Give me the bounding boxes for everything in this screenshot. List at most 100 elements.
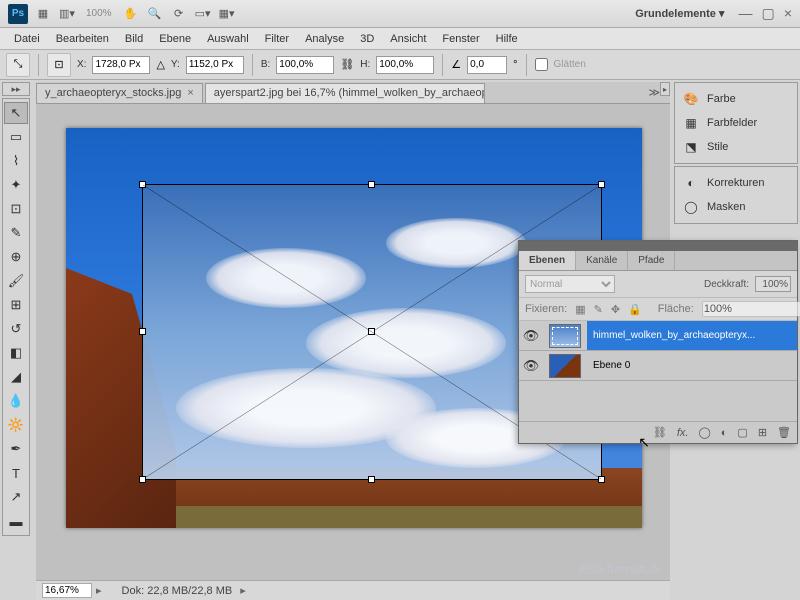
- document-tab-2[interactable]: ayerspart2.jpg bei 16,7% (himmel_wolken_…: [205, 83, 485, 103]
- menu-auswahl[interactable]: Auswahl: [199, 33, 257, 45]
- status-arrow-icon[interactable]: ▸: [240, 584, 246, 597]
- layer-name[interactable]: himmel_wolken_by_archaeopteryx...: [587, 321, 797, 350]
- gradient-tool[interactable]: ◢: [4, 366, 28, 388]
- menu-bild[interactable]: Bild: [117, 33, 151, 45]
- new-layer-icon[interactable]: ⊞: [758, 426, 767, 439]
- kanale-tab[interactable]: Kanäle: [576, 251, 628, 270]
- lock-pixels-icon[interactable]: ▦: [575, 303, 585, 316]
- visibility-toggle[interactable]: 👁: [519, 328, 543, 344]
- zoom-input[interactable]: [42, 583, 92, 598]
- menu-3d[interactable]: 3D: [352, 33, 382, 45]
- transform-handle-n[interactable]: [368, 181, 375, 188]
- pen-tool[interactable]: ✒: [4, 438, 28, 460]
- blend-mode-select[interactable]: Normal: [525, 275, 615, 293]
- transform-tool-icon[interactable]: ⤡: [6, 53, 30, 77]
- wand-tool[interactable]: ✦: [4, 174, 28, 196]
- toolbar-collapse[interactable]: ▸▸: [2, 82, 30, 96]
- angle-input[interactable]: [467, 56, 507, 74]
- lasso-tool[interactable]: ⌇: [4, 150, 28, 172]
- grid-icon[interactable]: ▦▾: [218, 5, 236, 23]
- menu-analyse[interactable]: Analyse: [297, 33, 352, 45]
- type-tool[interactable]: T: [4, 462, 28, 484]
- close-button[interactable]: ×: [784, 5, 792, 21]
- group-icon[interactable]: ▢: [737, 426, 747, 439]
- rotate-icon[interactable]: ⟳: [170, 5, 188, 23]
- transform-center[interactable]: [368, 328, 375, 335]
- menu-bearbeiten[interactable]: Bearbeiten: [48, 33, 117, 45]
- glatten-checkbox[interactable]: [535, 58, 548, 71]
- brush-tool[interactable]: 🖌: [4, 270, 28, 292]
- x-input[interactable]: [92, 56, 150, 74]
- eyedropper-tool[interactable]: ✎: [4, 222, 28, 244]
- reference-point-icon[interactable]: ⊡: [47, 53, 71, 77]
- status-bar: ▸ Dok: 22,8 MB/22,8 MB ▸: [36, 580, 670, 600]
- menu-hilfe[interactable]: Hilfe: [488, 33, 526, 45]
- layer-name[interactable]: Ebene 0: [587, 351, 797, 380]
- transform-handle-sw[interactable]: [139, 476, 146, 483]
- opacity-input[interactable]: [755, 276, 791, 292]
- link-icon[interactable]: ⛓: [340, 58, 354, 71]
- farbfelder-panel-button[interactable]: ▦Farbfelder: [675, 111, 797, 135]
- bridge-icon[interactable]: ▦: [34, 5, 52, 23]
- korrekturen-panel-button[interactable]: ◐Korrekturen: [675, 171, 797, 195]
- panel-drag-bar[interactable]: [519, 241, 797, 251]
- screen-mode-icon[interactable]: ▭▾: [194, 5, 212, 23]
- zoom-dropdown[interactable]: 100%: [82, 5, 116, 23]
- zoom-arrow-icon[interactable]: ▸: [96, 584, 102, 597]
- marquee-tool[interactable]: ▭: [4, 126, 28, 148]
- link-layers-icon[interactable]: ⛓: [653, 426, 667, 439]
- layer-thumbnail[interactable]: [549, 324, 581, 348]
- delta-icon[interactable]: △: [156, 58, 164, 71]
- transform-handle-ne[interactable]: [598, 181, 605, 188]
- pfade-tab[interactable]: Pfade: [628, 251, 675, 270]
- workspace-switcher[interactable]: Grundelemente ▾: [635, 7, 724, 20]
- visibility-toggle[interactable]: 👁: [519, 358, 543, 374]
- transform-handle-nw[interactable]: [139, 181, 146, 188]
- menu-ansicht[interactable]: Ansicht: [382, 33, 434, 45]
- panel-collapse[interactable]: ▸: [660, 82, 670, 96]
- dodge-tool[interactable]: 🔆: [4, 414, 28, 436]
- minimize-button[interactable]: —: [738, 5, 752, 21]
- farbe-panel-button[interactable]: 🎨Farbe: [675, 87, 797, 111]
- stamp-tool[interactable]: ⊞: [4, 294, 28, 316]
- ebenen-tab[interactable]: Ebenen: [519, 251, 576, 270]
- stile-panel-button[interactable]: ⬔Stile: [675, 135, 797, 159]
- crop-tool[interactable]: ⊡: [4, 198, 28, 220]
- width-input[interactable]: [276, 56, 334, 74]
- menu-ebene[interactable]: Ebene: [151, 33, 199, 45]
- y-input[interactable]: [186, 56, 244, 74]
- adjustment-layer-icon[interactable]: ◐: [721, 427, 728, 439]
- masken-panel-button[interactable]: ◯Masken: [675, 195, 797, 219]
- shape-tool[interactable]: ▬: [4, 510, 28, 532]
- menu-datei[interactable]: Datei: [6, 33, 48, 45]
- layout-icon[interactable]: ▥▾: [58, 5, 76, 23]
- lock-brush-icon[interactable]: ✎: [594, 303, 603, 316]
- layer-row[interactable]: 👁 Ebene 0: [519, 351, 797, 381]
- history-brush-tool[interactable]: ↺: [4, 318, 28, 340]
- lock-all-icon[interactable]: 🔒: [628, 303, 642, 316]
- delete-layer-icon[interactable]: 🗑: [777, 426, 791, 439]
- maximize-button[interactable]: ▢: [762, 5, 775, 21]
- close-icon[interactable]: ×: [187, 87, 193, 99]
- path-tool[interactable]: ↗: [4, 486, 28, 508]
- move-tool[interactable]: ↖: [4, 102, 28, 124]
- document-tab-1[interactable]: y_archaeopteryx_stocks.jpg×: [36, 83, 203, 103]
- fill-input[interactable]: [702, 301, 800, 317]
- transform-handle-s[interactable]: [368, 476, 375, 483]
- fx-icon[interactable]: fx.: [677, 427, 689, 439]
- layer-thumbnail[interactable]: [549, 354, 581, 378]
- transform-handle-se[interactable]: [598, 476, 605, 483]
- mask-icon[interactable]: ◯: [698, 426, 710, 439]
- height-input[interactable]: [376, 56, 434, 74]
- eraser-tool[interactable]: ◧: [4, 342, 28, 364]
- opacity-label: Deckkraft:: [704, 279, 749, 290]
- lock-position-icon[interactable]: ✥: [611, 303, 620, 316]
- healing-tool[interactable]: ⊕: [4, 246, 28, 268]
- zoom-icon[interactable]: 🔍: [146, 5, 164, 23]
- layer-row[interactable]: 👁 himmel_wolken_by_archaeopteryx...: [519, 321, 797, 351]
- menu-fenster[interactable]: Fenster: [434, 33, 487, 45]
- blur-tool[interactable]: 💧: [4, 390, 28, 412]
- hand-icon[interactable]: ✋: [122, 5, 140, 23]
- transform-handle-w[interactable]: [139, 328, 146, 335]
- menu-filter[interactable]: Filter: [257, 33, 297, 45]
